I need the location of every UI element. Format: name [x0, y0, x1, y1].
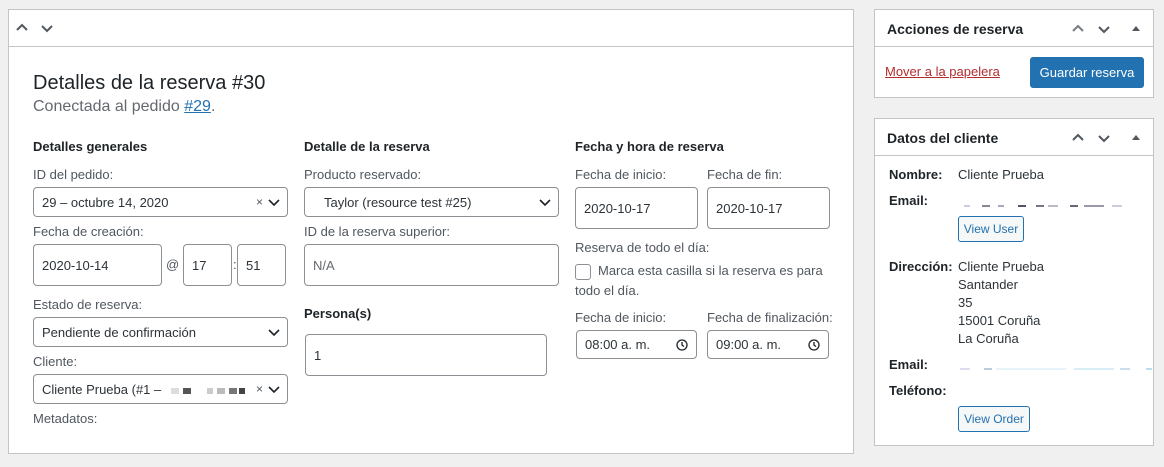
chevron-down-icon	[267, 382, 281, 396]
parent-id-label: ID de la reserva superior:	[304, 224, 450, 239]
name-value: Cliente Prueba	[958, 167, 1044, 182]
customer-details-panel: Datos del cliente Nombre: Cliente Prueba…	[874, 118, 1154, 446]
chevron-up-icon[interactable]	[1070, 21, 1086, 37]
customer-header: Datos del cliente	[875, 119, 1153, 156]
booking-actions-panel: Acciones de reserva Mover a la papelera …	[874, 9, 1154, 98]
chevron-up-icon[interactable]	[14, 20, 30, 36]
move-to-trash-link[interactable]: Mover a la papelera	[885, 64, 1000, 79]
end-time-input[interactable]: 09:00 a. m.	[707, 330, 829, 359]
address-line-4: 15001 Coruña	[958, 313, 1041, 328]
end-date-input[interactable]: 2020-10-17	[707, 187, 830, 229]
datetime-heading: Fecha y hora de reserva	[575, 139, 724, 154]
view-user-button[interactable]: View User	[958, 216, 1024, 242]
status-select[interactable]: Pendiente de confirmación	[33, 317, 288, 347]
email-label: Email:	[889, 193, 929, 208]
parent-id-input[interactable]: N/A	[304, 244, 559, 286]
toggle-triangle-icon[interactable]	[1128, 21, 1144, 37]
redacted-email-2	[958, 362, 1153, 370]
address-line-3: 35	[958, 295, 973, 310]
general-heading: Detalles generales	[33, 139, 148, 154]
booking-details-panel: Detalles de la reserva #30 Conectada al …	[8, 9, 854, 454]
chevron-up-icon[interactable]	[1070, 130, 1086, 146]
address-line-2: Santander	[958, 277, 1018, 292]
clock-icon[interactable]	[808, 338, 820, 351]
customer-label: Cliente:	[33, 354, 78, 369]
page-subtitle: Conectada al pedido #29.	[33, 98, 216, 115]
clear-icon[interactable]: ×	[256, 195, 263, 209]
chevron-down-icon	[267, 325, 281, 339]
redacted-email	[171, 382, 246, 397]
reservation-heading: Detalle de la reserva	[304, 139, 430, 154]
clock-icon[interactable]	[676, 338, 688, 351]
product-label: Producto reservado:	[304, 167, 422, 182]
toggle-triangle-icon[interactable]	[1128, 130, 1144, 146]
allday-label: Reserva de todo el día:	[575, 240, 710, 255]
created-date-input[interactable]: 2020-10-14	[33, 244, 162, 286]
persons-input[interactable]: 1	[305, 334, 547, 376]
allday-text: Marca esta casilla si la reserva es para	[598, 263, 823, 278]
chevron-down-icon[interactable]	[39, 20, 55, 36]
actions-title: Acciones de reserva	[887, 21, 1024, 37]
customer-select[interactable]: Cliente Prueba (#1 – ×	[33, 374, 288, 404]
persons-label: Persona(s)	[304, 306, 372, 321]
product-select[interactable]: Taylor (resource test #25)	[304, 187, 559, 217]
end-date-label: Fecha de fin:	[707, 167, 783, 182]
chevron-down-icon[interactable]	[1096, 21, 1112, 37]
start-time-label: Fecha de inicio:	[575, 310, 667, 325]
at-sign: @	[166, 257, 180, 272]
actions-header: Acciones de reserva	[875, 10, 1153, 47]
phone-label: Teléfono:	[889, 383, 947, 398]
address-line-5: La Coruña	[958, 331, 1019, 346]
order-link[interactable]: #29	[184, 98, 211, 115]
status-label: Estado de reserva:	[33, 297, 143, 312]
chevron-down-icon[interactable]	[1096, 130, 1112, 146]
metadata-label: Metadatos:	[33, 411, 98, 426]
allday-text-cont: todo el día.	[575, 283, 640, 298]
view-order-button[interactable]: View Order	[958, 406, 1030, 432]
order-id-select[interactable]: 29 – octubre 14, 2020 ×	[33, 187, 288, 217]
address-label: Dirección:	[889, 259, 953, 274]
created-minute-input[interactable]: 51	[237, 244, 286, 286]
start-date-label: Fecha de inicio:	[575, 167, 667, 182]
created-label: Fecha de creación:	[33, 224, 144, 239]
save-booking-button[interactable]: Guardar reserva	[1030, 57, 1144, 88]
start-time-input[interactable]: 08:00 a. m.	[576, 330, 697, 359]
name-label: Nombre:	[889, 167, 943, 182]
page-title: Detalles de la reserva #30	[33, 72, 266, 94]
customer-title: Datos del cliente	[887, 130, 999, 146]
order-id-label: ID del pedido:	[33, 167, 114, 182]
start-date-input[interactable]: 2020-10-17	[575, 187, 698, 229]
panel-header	[9, 10, 853, 47]
created-hour-input[interactable]: 17	[183, 244, 232, 286]
email2-label: Email:	[889, 357, 929, 372]
allday-checkbox[interactable]	[575, 264, 591, 280]
clear-icon[interactable]: ×	[256, 382, 263, 396]
end-time-label: Fecha de finalización:	[707, 310, 833, 325]
chevron-down-icon	[538, 195, 552, 209]
chevron-down-icon	[267, 195, 281, 209]
address-line-1: Cliente Prueba	[958, 259, 1044, 274]
redacted-email	[958, 199, 1153, 207]
